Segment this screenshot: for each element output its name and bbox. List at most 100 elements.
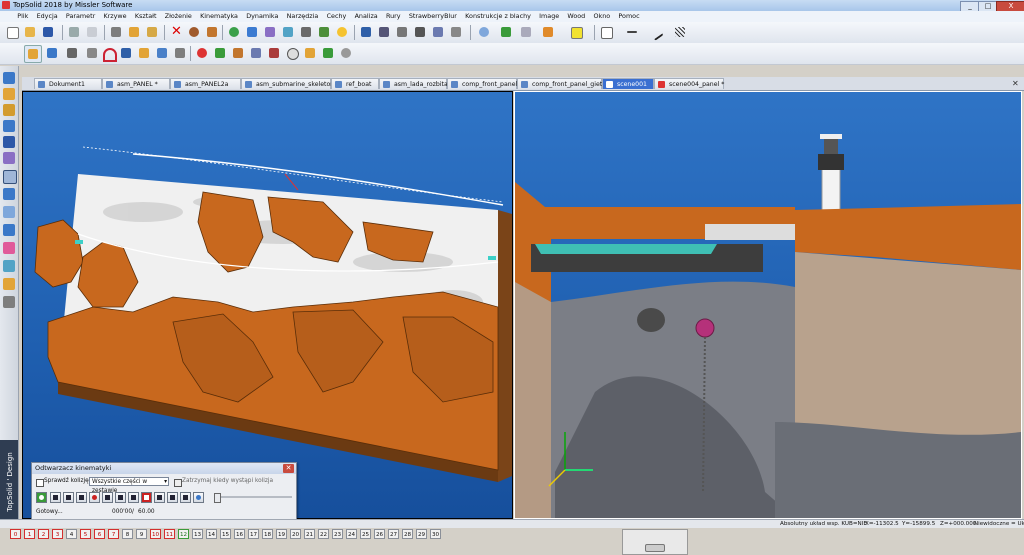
menu-rury[interactable]: Rury bbox=[383, 11, 404, 22]
zoom-icon[interactable] bbox=[476, 24, 492, 40]
parts-icon[interactable] bbox=[262, 24, 278, 40]
layer-button[interactable]: 20 bbox=[290, 529, 301, 539]
profile-icon[interactable] bbox=[154, 45, 170, 61]
tab-asm-panel[interactable]: asm_PANEL * bbox=[102, 78, 170, 89]
open-folder-icon[interactable] bbox=[22, 24, 38, 40]
layer-button[interactable]: 19 bbox=[276, 529, 287, 539]
print-icon[interactable] bbox=[66, 24, 82, 40]
sketch-icon[interactable] bbox=[3, 72, 15, 84]
layer-button[interactable]: 13 bbox=[192, 529, 203, 539]
save-icon[interactable] bbox=[40, 24, 56, 40]
layer-button[interactable]: 21 bbox=[304, 529, 315, 539]
arc-icon[interactable] bbox=[100, 45, 117, 62]
layer-button[interactable]: 5 bbox=[80, 529, 91, 539]
layer-button[interactable]: 22 bbox=[318, 529, 329, 539]
layer-button[interactable]: 17 bbox=[248, 529, 259, 539]
weld-icon[interactable] bbox=[3, 278, 15, 290]
layer-button[interactable]: 27 bbox=[388, 529, 399, 539]
gear-icon[interactable] bbox=[3, 188, 15, 200]
pipe-icon[interactable] bbox=[3, 296, 15, 308]
redo-icon[interactable] bbox=[204, 24, 220, 40]
analysis-icon[interactable] bbox=[3, 206, 15, 218]
menu-pomoc[interactable]: Pomoc bbox=[615, 11, 642, 22]
layer-button[interactable]: 25 bbox=[360, 529, 371, 539]
menu-krzywe[interactable]: Krzywe bbox=[100, 11, 129, 22]
spline-icon[interactable] bbox=[136, 45, 152, 61]
layer-button[interactable]: 16 bbox=[234, 529, 245, 539]
select-mode-icon[interactable] bbox=[24, 45, 42, 63]
layer-button[interactable]: 7 bbox=[108, 529, 119, 539]
delete-icon[interactable]: ✕ bbox=[168, 24, 184, 40]
navigation-cube[interactable] bbox=[622, 529, 688, 555]
layer-button[interactable]: 14 bbox=[206, 529, 217, 539]
viewport-right[interactable] bbox=[514, 91, 1022, 519]
tab-dokument1[interactable]: Dokument1 bbox=[34, 78, 102, 89]
joint-icon[interactable] bbox=[230, 45, 246, 61]
layer-button[interactable]: 0 bbox=[10, 529, 21, 539]
menu-analiza[interactable]: Analiza bbox=[352, 11, 381, 22]
menu-cechy[interactable]: Cechy bbox=[324, 11, 350, 22]
sensor-icon[interactable] bbox=[302, 45, 318, 61]
scope-select[interactable]: Wszystkie części w zestawie ▾ bbox=[89, 477, 169, 494]
layer-button[interactable]: 3 bbox=[52, 529, 63, 539]
skip-end-icon[interactable] bbox=[180, 492, 191, 503]
constraint-icon[interactable] bbox=[266, 45, 282, 61]
menu-kinematyka[interactable]: Kinematyka bbox=[197, 11, 241, 22]
snap-icon[interactable] bbox=[394, 24, 410, 40]
cut-icon[interactable] bbox=[108, 24, 124, 40]
menu-ksztalt[interactable]: Kształt bbox=[132, 11, 160, 22]
point-icon[interactable] bbox=[194, 45, 210, 61]
tab-comp-front-panel-giety[interactable]: comp_front_panel_giety bbox=[517, 78, 606, 89]
loop-icon[interactable] bbox=[193, 492, 204, 503]
step-forward-icon[interactable] bbox=[154, 492, 165, 503]
time-slider[interactable] bbox=[214, 496, 292, 498]
hatch-icon[interactable] bbox=[672, 24, 688, 40]
surface-icon[interactable] bbox=[3, 120, 15, 132]
motion-icon[interactable] bbox=[248, 45, 264, 61]
kinematics-icon[interactable] bbox=[3, 170, 17, 184]
layer-button[interactable]: 8 bbox=[122, 529, 133, 539]
step-back-icon[interactable] bbox=[76, 492, 87, 503]
stop-icon[interactable] bbox=[115, 492, 126, 503]
pencil-icon[interactable] bbox=[3, 104, 15, 116]
skip-start-icon[interactable] bbox=[50, 492, 61, 503]
frame-icon[interactable] bbox=[212, 45, 228, 61]
sheet-icon[interactable] bbox=[3, 260, 15, 272]
layer-tool-icon[interactable] bbox=[568, 24, 584, 40]
refresh-icon[interactable] bbox=[226, 24, 242, 40]
hook-icon[interactable] bbox=[412, 24, 428, 40]
play-icon[interactable] bbox=[128, 492, 139, 503]
layer-button[interactable]: 4 bbox=[66, 529, 77, 539]
line-type-icon[interactable] bbox=[648, 24, 664, 41]
tab-asm-lada[interactable]: asm_lada_rozbita bbox=[379, 78, 448, 89]
tabs-close-icon[interactable]: ✕ bbox=[1012, 79, 1021, 88]
move-icon[interactable] bbox=[44, 45, 60, 61]
viewport-left[interactable] bbox=[22, 91, 513, 519]
tab-ref-boat[interactable]: ref_boat bbox=[331, 78, 379, 89]
layer-button[interactable]: 9 bbox=[136, 529, 147, 539]
layer-button[interactable]: 11 bbox=[164, 529, 175, 539]
render-mode-icon[interactable] bbox=[540, 24, 556, 40]
menu-edycja[interactable]: Edycja bbox=[34, 11, 61, 22]
tab-asm-submarine[interactable]: asm_submarine_skeleton bbox=[241, 78, 334, 89]
menu-zlozenie[interactable]: Złożenie bbox=[162, 11, 195, 22]
layer-button[interactable]: 28 bbox=[402, 529, 413, 539]
pause-icon[interactable] bbox=[141, 492, 152, 503]
tool-icon[interactable] bbox=[3, 224, 15, 236]
layer-button[interactable]: 15 bbox=[220, 529, 231, 539]
layer-button[interactable]: 2 bbox=[38, 529, 49, 539]
menu-okno[interactable]: Okno bbox=[590, 11, 613, 22]
tab-comp-front-panel[interactable]: comp_front_panel bbox=[447, 78, 517, 89]
list-icon[interactable] bbox=[448, 24, 464, 40]
layer-button[interactable]: 10 bbox=[150, 529, 161, 539]
cube-icon[interactable] bbox=[3, 136, 15, 148]
reverse-play-icon[interactable] bbox=[102, 492, 113, 503]
menu-parametr[interactable]: Parametr bbox=[63, 11, 98, 22]
menu-image[interactable]: Image bbox=[536, 11, 562, 22]
solid-icon[interactable] bbox=[3, 88, 15, 100]
shape-icon[interactable] bbox=[3, 152, 15, 164]
layer-button[interactable]: 30 bbox=[430, 529, 441, 539]
layer-button[interactable]: 26 bbox=[374, 529, 385, 539]
menu-dynamika[interactable]: Dynamika bbox=[243, 11, 281, 22]
curve-icon[interactable] bbox=[118, 45, 134, 61]
